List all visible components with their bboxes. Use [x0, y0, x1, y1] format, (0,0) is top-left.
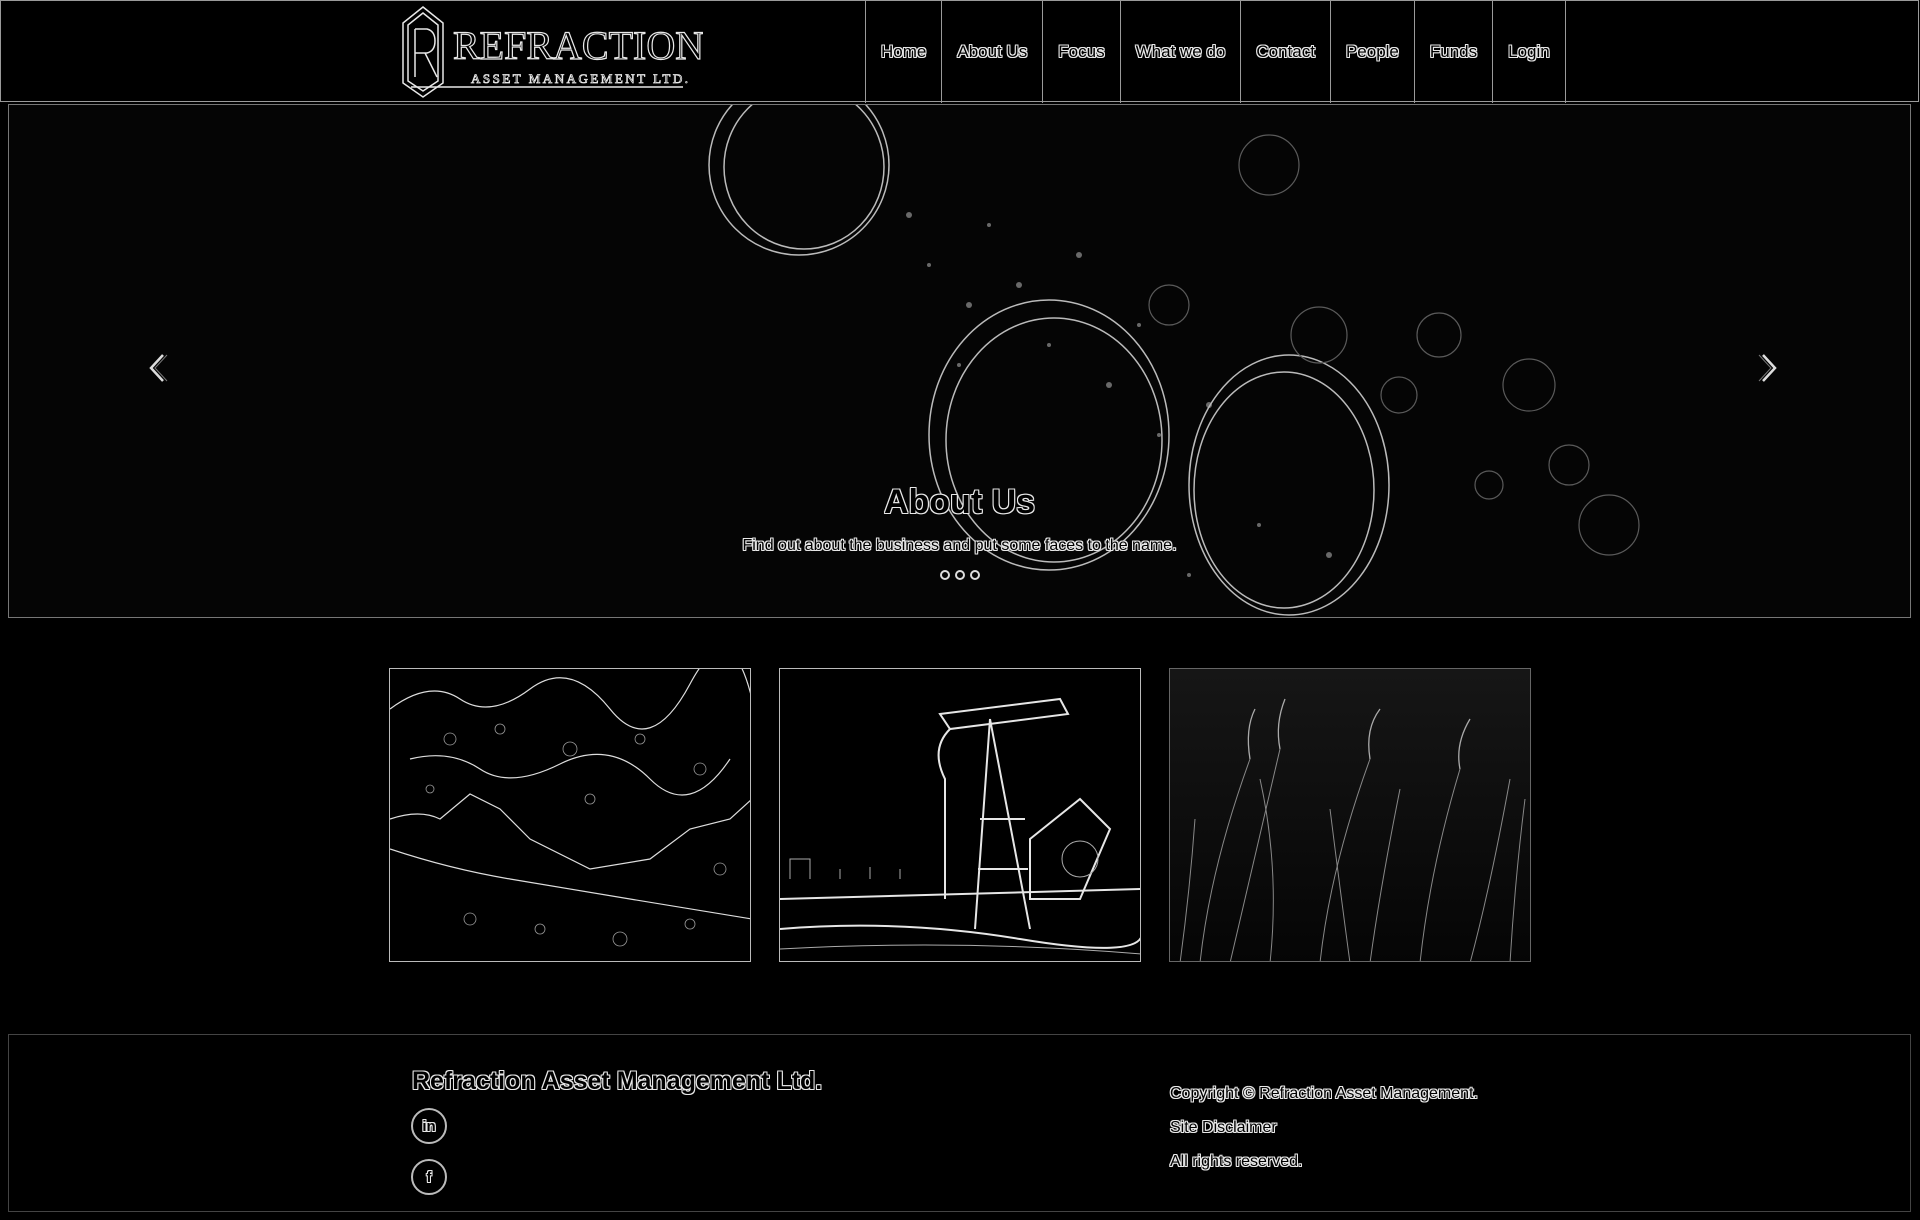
nav-about-us[interactable]: About Us [941, 1, 1042, 103]
carousel-next-button[interactable] [1749, 343, 1789, 393]
chevron-left-icon [149, 354, 168, 382]
svg-text:ASSET MANAGEMENT LTD.: ASSET MANAGEMENT LTD. [471, 71, 690, 86]
carousel-prev-button[interactable] [139, 343, 179, 393]
wheat-field-image[interactable] [1169, 668, 1531, 962]
chevron-right-icon [1758, 354, 1777, 382]
carousel-dot-1[interactable] [939, 570, 950, 580]
carousel-dot-3[interactable] [969, 570, 980, 580]
nav-home[interactable]: Home [865, 1, 941, 103]
main-nav: Home About Us Focus What we do Contact P… [865, 1, 1566, 103]
nav-what-we-do[interactable]: What we do [1119, 1, 1241, 103]
copyright-text: Copyright © Refraction Asset Management. [1170, 1085, 1478, 1102]
facebook-glyph: f [426, 1168, 432, 1186]
nav-contact[interactable]: Contact [1240, 1, 1330, 103]
nav-funds[interactable]: Funds [1413, 1, 1492, 103]
site-footer: Refraction Asset Management Ltd. in f Co… [8, 1034, 1911, 1212]
site-disclaimer-link[interactable]: Site Disclaimer [1170, 1119, 1277, 1137]
oil-pumpjack-image[interactable] [779, 668, 1141, 962]
nav-focus[interactable]: Focus [1042, 1, 1119, 103]
hero-subtitle: Find out about the business and put some… [742, 537, 1177, 554]
nav-login[interactable]: Login [1492, 1, 1566, 103]
hero-title: About Us [883, 483, 1036, 521]
hero-carousel: About Us Find out about the business and… [8, 104, 1911, 618]
linkedin-glyph: in [422, 1117, 436, 1135]
linkedin-icon[interactable]: in [411, 1108, 447, 1144]
nav-people[interactable]: People [1329, 1, 1414, 103]
refraction-logo[interactable]: REFRACTION ASSET MANAGEMENT LTD. [393, 3, 705, 101]
svg-text:REFRACTION: REFRACTION [453, 23, 703, 68]
footer-company-name: Refraction Asset Management Ltd. [412, 1067, 823, 1095]
site-header: REFRACTION ASSET MANAGEMENT LTD. Home Ab… [0, 0, 1919, 103]
rights-text: All rights reserved. [1170, 1153, 1303, 1170]
rock-texture-image[interactable] [389, 668, 751, 962]
facebook-icon[interactable]: f [411, 1159, 447, 1195]
carousel-dot-2[interactable] [954, 570, 965, 580]
carousel-indicators [9, 570, 1910, 580]
